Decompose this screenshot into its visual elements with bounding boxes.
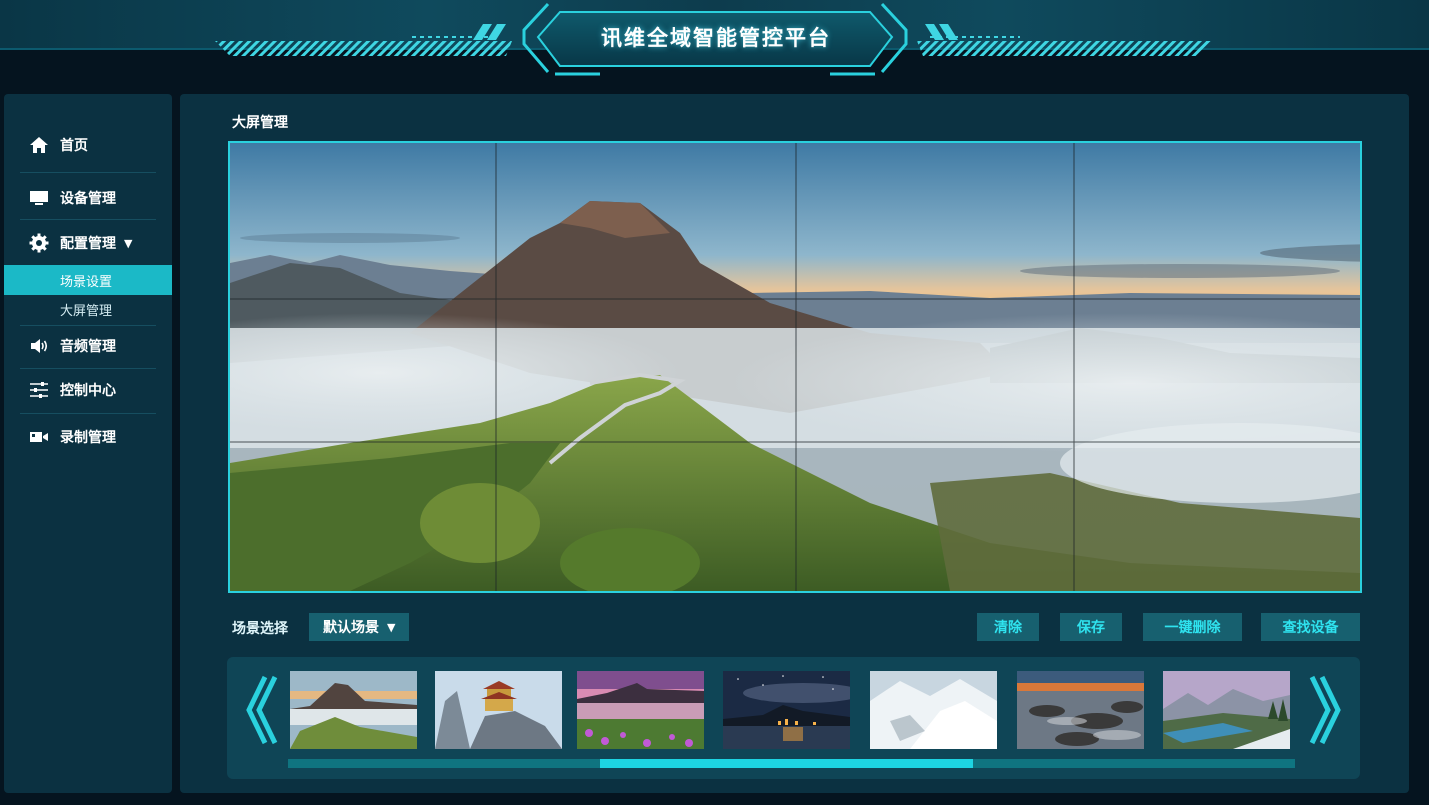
find-device-button[interactable]: 查找设备 (1261, 613, 1360, 641)
thumbnail-scrollbar-thumb[interactable] (600, 759, 973, 768)
sidebar-item-label: 配置管理 (60, 236, 116, 252)
sidebar-subitem-label: 大屏管理 (60, 303, 113, 319)
video-wall-landscape-image (230, 143, 1360, 591)
caret-down-icon: ▼ (387, 620, 396, 634)
main-panel: 大屏管理 场景选择 默认场景 ▼ 清除 保存 一键删除 查找设备 (180, 94, 1409, 793)
sidebar-item-label: 设备管理 (60, 191, 116, 207)
scene-thumbnail[interactable] (1163, 671, 1290, 749)
speaker-icon (28, 335, 50, 357)
thumbnail-image (577, 671, 704, 749)
scene-thumbnail[interactable] (577, 671, 704, 749)
scene-thumbnail[interactable] (723, 671, 850, 749)
clear-button[interactable]: 清除 (977, 613, 1039, 641)
sidebar-item-recording-management[interactable]: 录制管理 (4, 417, 172, 457)
scene-thumbnail[interactable] (290, 671, 417, 749)
monitor-icon (28, 187, 50, 209)
scene-select-dropdown[interactable]: 默认场景 ▼ (309, 613, 409, 641)
thumbnail-image (723, 671, 850, 749)
video-wall[interactable] (228, 141, 1362, 593)
panel-title: 大屏管理 (232, 115, 288, 131)
sidebar-item-label: 音频管理 (60, 339, 116, 355)
chevron-right-icon[interactable] (1308, 673, 1346, 747)
chevron-left-icon[interactable] (241, 673, 279, 747)
sidebar-item-label: 录制管理 (60, 430, 116, 446)
sidebar-item-label: 首页 (60, 138, 88, 154)
sidebar-subitem-screen-management[interactable]: 大屏管理 (4, 294, 172, 324)
thumbnail-image (290, 671, 417, 749)
title-plate: 讯维全域智能管控平台 (538, 6, 894, 68)
gear-icon (28, 232, 50, 254)
thumbnail-image (435, 671, 562, 749)
scene-thumbnail[interactable] (435, 671, 562, 749)
scene-thumbnail-strip (227, 657, 1360, 779)
home-icon (28, 134, 50, 156)
delete-all-button[interactable]: 一键删除 (1143, 613, 1242, 641)
scene-select-label: 场景选择 (232, 621, 288, 637)
caret-down-icon: ▼ (124, 236, 133, 250)
thumbnail-scrollbar-track[interactable] (288, 759, 1295, 768)
divider (20, 219, 156, 220)
sidebar-subitem-label: 场景设置 (60, 274, 113, 290)
video-camera-icon (28, 426, 50, 448)
thumbnail-image (870, 671, 997, 749)
sliders-icon (28, 379, 50, 401)
sidebar-item-audio-management[interactable]: 音频管理 (4, 326, 172, 366)
sidebar-subitem-scene-settings[interactable]: 场景设置 (4, 265, 172, 295)
app-title: 讯维全域智能管控平台 (601, 26, 831, 50)
sidebar: 首页 设备管理 配置管理 ▼ 场景设置 大屏管理 音频管理 控制中心 录制管理 (4, 94, 172, 793)
thumbnail-image (1017, 671, 1144, 749)
sidebar-item-home[interactable]: 首页 (4, 125, 172, 165)
header: 讯维全域智能管控平台 (0, 0, 1429, 88)
divider (20, 172, 156, 173)
sidebar-item-label: 控制中心 (60, 383, 116, 399)
divider (20, 413, 156, 414)
divider (20, 368, 156, 369)
scene-select-value: 默认场景 (323, 620, 379, 636)
scene-thumbnail[interactable] (870, 671, 997, 749)
scene-thumbnail[interactable] (1017, 671, 1144, 749)
sidebar-item-config-management[interactable]: 配置管理 ▼ (4, 223, 172, 263)
thumbnail-image (1163, 671, 1290, 749)
save-button[interactable]: 保存 (1060, 613, 1122, 641)
sidebar-item-device-management[interactable]: 设备管理 (4, 178, 172, 218)
sidebar-item-control-center[interactable]: 控制中心 (4, 370, 172, 410)
